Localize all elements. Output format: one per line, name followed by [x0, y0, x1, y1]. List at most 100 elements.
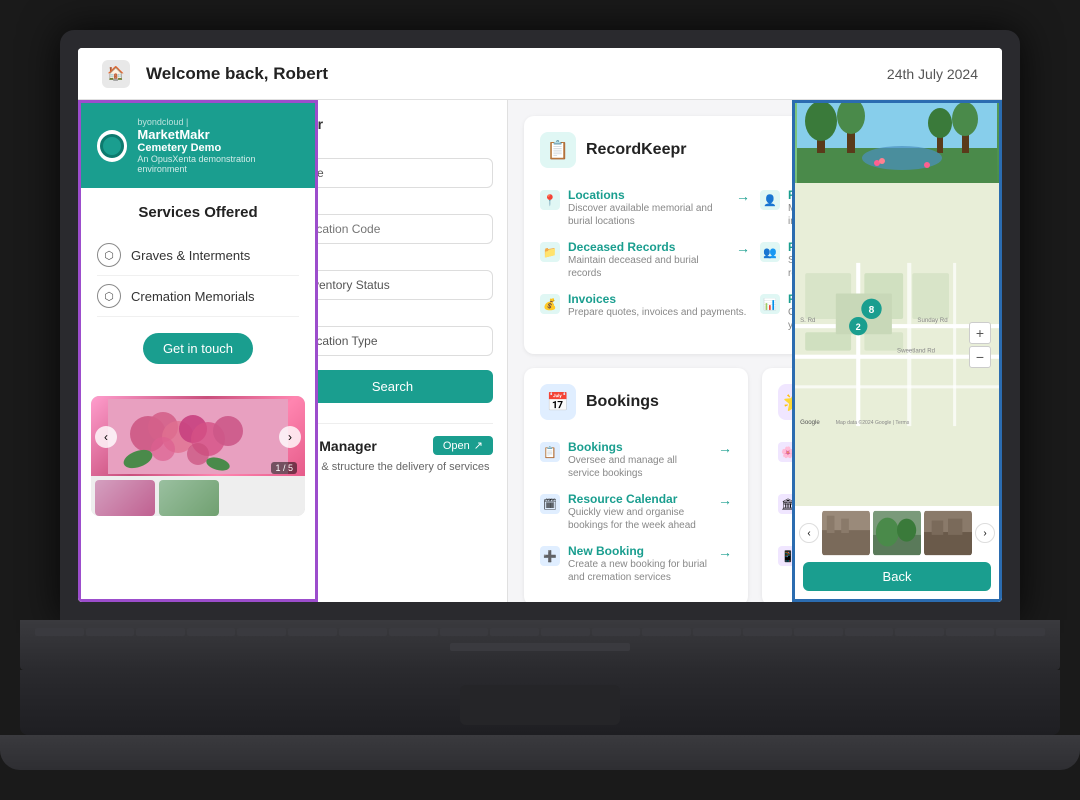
- type-select-wrapper: Location Type: [292, 326, 493, 356]
- key: [743, 628, 792, 636]
- svg-text:2: 2: [856, 322, 861, 332]
- task-description: mline & structure the delivery of servic…: [292, 461, 493, 473]
- key: [541, 628, 590, 636]
- back-button[interactable]: Back: [803, 562, 991, 591]
- right-thumb-3[interactable]: [924, 510, 972, 556]
- carousel-counter: 1 / 5: [271, 462, 297, 474]
- svg-text:Sunday Rd: Sunday Rd: [917, 317, 947, 324]
- svg-text:S. Rd: S. Rd: [800, 317, 815, 324]
- deceased-arrow[interactable]: →: [736, 240, 750, 256]
- key: [35, 628, 84, 636]
- new-booking-name[interactable]: New Booking: [568, 544, 710, 558]
- status-label: tatus:: [292, 254, 493, 266]
- laptop-trackpad: [460, 685, 620, 725]
- invoices-content: Invoices Prepare quotes, invoices and pa…: [568, 292, 750, 319]
- deceased-content: Deceased Records Maintain deceased and b…: [568, 240, 728, 280]
- key: [288, 628, 337, 636]
- key: [490, 628, 539, 636]
- welcome-text: Welcome back, Robert: [146, 64, 328, 84]
- byondcloud-label: byondcloud |: [137, 117, 299, 127]
- brand-subtitle: Cemetery Demo: [137, 142, 299, 154]
- key: [389, 628, 438, 636]
- locations-item[interactable]: 📍 Locations Discover available memorial …: [540, 182, 750, 234]
- status-select[interactable]: Inventory Status: [292, 270, 493, 300]
- key: [440, 628, 489, 636]
- park-photo: [795, 103, 999, 183]
- right-thumb-2[interactable]: [873, 510, 921, 556]
- task-header: ask Manager Open ↗: [292, 436, 493, 455]
- status-select-wrapper: Inventory Status: [292, 270, 493, 300]
- deceased-icon: 📁: [540, 242, 560, 262]
- deceased-name[interactable]: Deceased Records: [568, 240, 728, 254]
- thumbnail-1[interactable]: [95, 480, 155, 516]
- map-area: 8 2 S. Rd Sunday Rd Sweetland Rd Google …: [795, 183, 999, 506]
- key: [237, 628, 286, 636]
- recordkeepr-title: RecordKeepr: [586, 141, 686, 159]
- brand-logo: [97, 130, 127, 162]
- locations-icon: 📍: [540, 190, 560, 210]
- bookings-list-icon: 📋: [540, 442, 560, 462]
- home-icon[interactable]: 🏠: [102, 60, 130, 88]
- top-bar-left: 🏠 Welcome back, Robert: [102, 60, 328, 88]
- code-label: ode:: [292, 198, 493, 210]
- left-panel: byondcloud | MarketMakr Cemetery Demo An…: [78, 100, 318, 602]
- new-booking-arrow[interactable]: →: [718, 544, 732, 560]
- svg-text:Map data ©2024 Google | Terms: Map data ©2024 Google | Terms: [836, 419, 910, 426]
- photo-thumbnails: [91, 476, 305, 516]
- get-in-touch-button[interactable]: Get in touch: [143, 333, 253, 364]
- task-manager-section: ask Manager Open ↗ mline & structure the…: [292, 423, 493, 473]
- bookings-icon: 📅: [540, 384, 576, 420]
- site-select[interactable]: Site: [292, 158, 493, 188]
- laptop-screen: 🏠 Welcome back, Robert 24th July 2024: [78, 48, 1002, 602]
- locations-content: Locations Discover available memorial an…: [568, 188, 728, 228]
- carousel-next-button[interactable]: ›: [279, 426, 301, 448]
- invoices-item[interactable]: 💰 Invoices Prepare quotes, invoices and …: [540, 286, 750, 325]
- key: [339, 628, 388, 636]
- brand-name: MarketMakr: [137, 127, 299, 142]
- calendar-arrow[interactable]: →: [718, 492, 732, 508]
- resource-calendar-item[interactable]: 🗓 Resource Calendar Quickly view and org…: [540, 486, 732, 538]
- invoices-name[interactable]: Invoices: [568, 292, 750, 306]
- recordkeepr-icon: 📋: [540, 132, 576, 168]
- bookings-item[interactable]: 📋 Bookings Oversee and manage all servic…: [540, 434, 732, 486]
- filter-title: n for: [292, 116, 493, 132]
- right-carousel-prev[interactable]: ‹: [799, 523, 819, 543]
- bookings-section: 📅 Bookings 📋 Bookings Oversee and manage…: [524, 368, 748, 602]
- right-panel: 8 2 S. Rd Sunday Rd Sweetland Rd Google …: [792, 100, 1002, 602]
- site-label: s: [292, 142, 493, 154]
- zoom-in-button[interactable]: +: [969, 322, 991, 344]
- right-carousel-next[interactable]: ›: [975, 523, 995, 543]
- spacebar-row: [20, 643, 1060, 651]
- carousel-prev-button[interactable]: ‹: [95, 426, 117, 448]
- laptop-stand: [0, 735, 1080, 770]
- key: [187, 628, 236, 636]
- search-button[interactable]: Search: [292, 370, 493, 403]
- zoom-out-button[interactable]: −: [969, 346, 991, 368]
- deceased-records-item[interactable]: 📁 Deceased Records Maintain deceased and…: [540, 234, 750, 286]
- svg-text:8: 8: [869, 305, 875, 316]
- bookings-item-arrow[interactable]: →: [718, 440, 732, 456]
- date-text: 24th July 2024: [887, 66, 978, 82]
- new-booking-content: New Booking Create a new booking for bur…: [568, 544, 710, 584]
- thumbnail-2[interactable]: [159, 480, 219, 516]
- bookings-item-name[interactable]: Bookings: [568, 440, 710, 454]
- new-booking-item[interactable]: ➕ New Booking Create a new booking for b…: [540, 538, 732, 590]
- service-item-cremation[interactable]: ⬡ Cremation Memorials: [97, 276, 299, 317]
- task-open-button[interactable]: Open ↗: [433, 436, 493, 455]
- service-item-graves[interactable]: ⬡ Graves & Interments: [97, 235, 299, 276]
- calendar-name[interactable]: Resource Calendar: [568, 492, 710, 506]
- calendar-content: Resource Calendar Quickly view and organ…: [568, 492, 710, 532]
- park-image: [795, 103, 999, 183]
- services-title: Services Offered: [97, 204, 299, 221]
- right-thumb-1[interactable]: [822, 510, 870, 556]
- locations-name[interactable]: Locations: [568, 188, 728, 202]
- location-code-input[interactable]: [292, 214, 493, 244]
- key: [592, 628, 641, 636]
- type-select[interactable]: Location Type: [292, 326, 493, 356]
- locations-arrow[interactable]: →: [736, 188, 750, 204]
- laptop-base: [20, 620, 1060, 670]
- graves-label: Graves & Interments: [131, 248, 250, 263]
- site-select-wrapper: Site: [292, 158, 493, 188]
- invoices-desc: Prepare quotes, invoices and payments.: [568, 306, 750, 319]
- key: [642, 628, 691, 636]
